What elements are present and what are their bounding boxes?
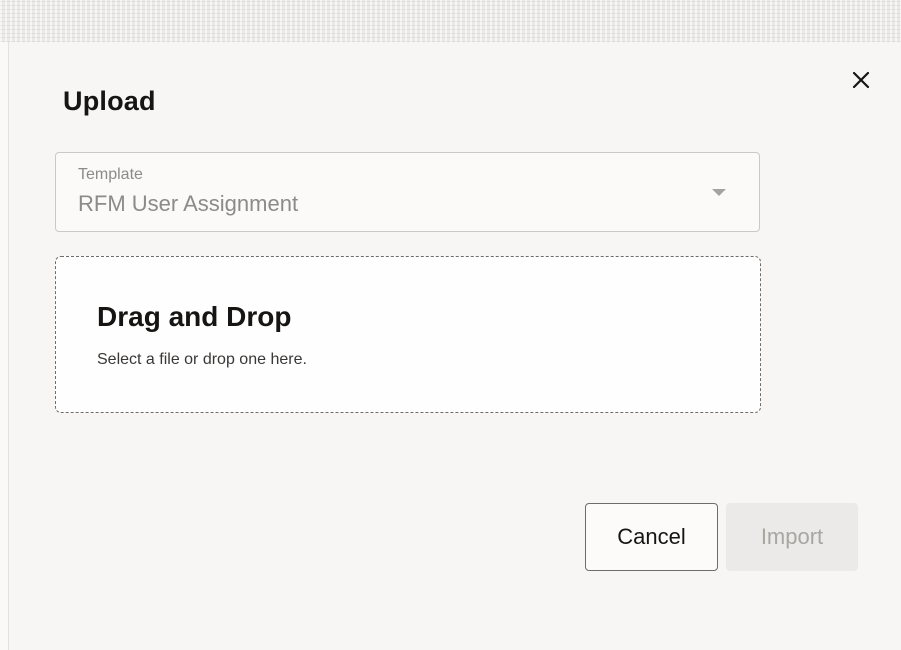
template-label: Template (78, 166, 143, 183)
page: Upload Template RFM User Assignment Drag… (0, 0, 901, 650)
import-button[interactable]: Import (726, 503, 858, 571)
template-value: RFM User Assignment (78, 191, 299, 216)
chevron-down-icon (712, 189, 726, 196)
file-dropzone[interactable]: Drag and Drop Select a file or drop one … (55, 256, 761, 413)
background-overlay (0, 0, 901, 42)
template-select[interactable]: Template RFM User Assignment (55, 152, 760, 232)
dialog-title: Upload (63, 86, 156, 116)
dropzone-subtitle: Select a file or drop one here. (97, 351, 307, 368)
dropzone-title: Drag and Drop (97, 301, 292, 332)
close-button[interactable] (845, 64, 877, 96)
close-icon (852, 71, 870, 89)
cancel-button[interactable]: Cancel (585, 503, 718, 571)
